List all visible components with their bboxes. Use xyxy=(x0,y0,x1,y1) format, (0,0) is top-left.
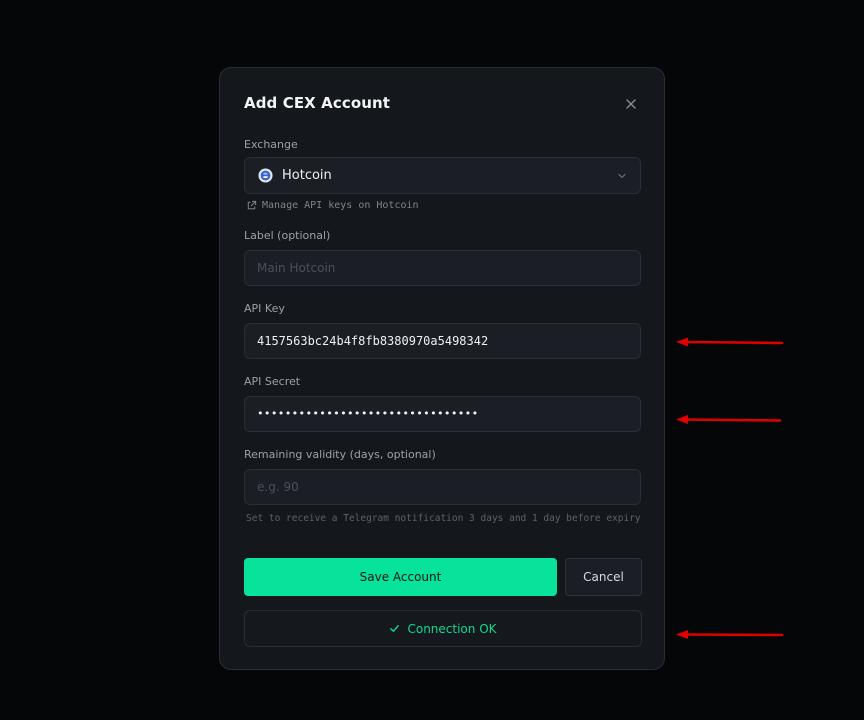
label-input[interactable]: Main Hotcoin xyxy=(244,250,641,286)
manage-api-keys-text: Manage API keys on Hotcoin xyxy=(262,200,419,211)
manage-api-keys-link[interactable]: Manage API keys on Hotcoin xyxy=(246,200,419,211)
annotation-arrow-icon xyxy=(676,415,782,424)
api-secret-masked-value: •••••••••••••••••••••••••••••••• xyxy=(257,407,479,420)
external-link-icon xyxy=(247,200,257,210)
annotation-arrow-icon xyxy=(676,630,784,639)
connection-status-text: Connection OK xyxy=(407,621,497,636)
validity-label: Remaining validity (days, optional) xyxy=(244,448,436,461)
add-cex-account-dialog: Add CEX Account Exchange Hotcoin Manage … xyxy=(219,67,665,670)
validity-days-input[interactable]: e.g. 90 xyxy=(244,469,641,505)
api-secret-label: API Secret xyxy=(244,375,301,388)
connection-status: Connection OK xyxy=(244,610,642,647)
label-input-placeholder: Main Hotcoin xyxy=(257,261,336,275)
hotcoin-logo-icon xyxy=(258,168,273,183)
close-button[interactable] xyxy=(622,95,640,113)
exchange-selected-value: Hotcoin xyxy=(282,168,332,183)
exchange-label: Exchange xyxy=(244,138,298,151)
api-key-value: 4157563bc24b4f8fb8380970a5498342 xyxy=(257,334,489,348)
dialog-title: Add CEX Account xyxy=(244,94,391,112)
close-icon xyxy=(626,99,636,109)
validity-hint: Set to receive a Telegram notification 3… xyxy=(246,513,641,524)
api-secret-input[interactable]: •••••••••••••••••••••••••••••••• xyxy=(244,396,641,432)
chevron-down-icon xyxy=(618,173,626,179)
save-account-button[interactable]: Save Account xyxy=(244,558,557,596)
check-icon xyxy=(390,625,400,632)
validity-placeholder: e.g. 90 xyxy=(257,480,299,494)
api-key-label: API Key xyxy=(244,302,285,315)
label-field-label: Label (optional) xyxy=(244,229,331,242)
cancel-button[interactable]: Cancel xyxy=(565,558,642,596)
api-key-input[interactable]: 4157563bc24b4f8fb8380970a5498342 xyxy=(244,323,641,359)
annotation-arrow-icon xyxy=(676,337,784,347)
exchange-select[interactable]: Hotcoin xyxy=(244,157,641,194)
